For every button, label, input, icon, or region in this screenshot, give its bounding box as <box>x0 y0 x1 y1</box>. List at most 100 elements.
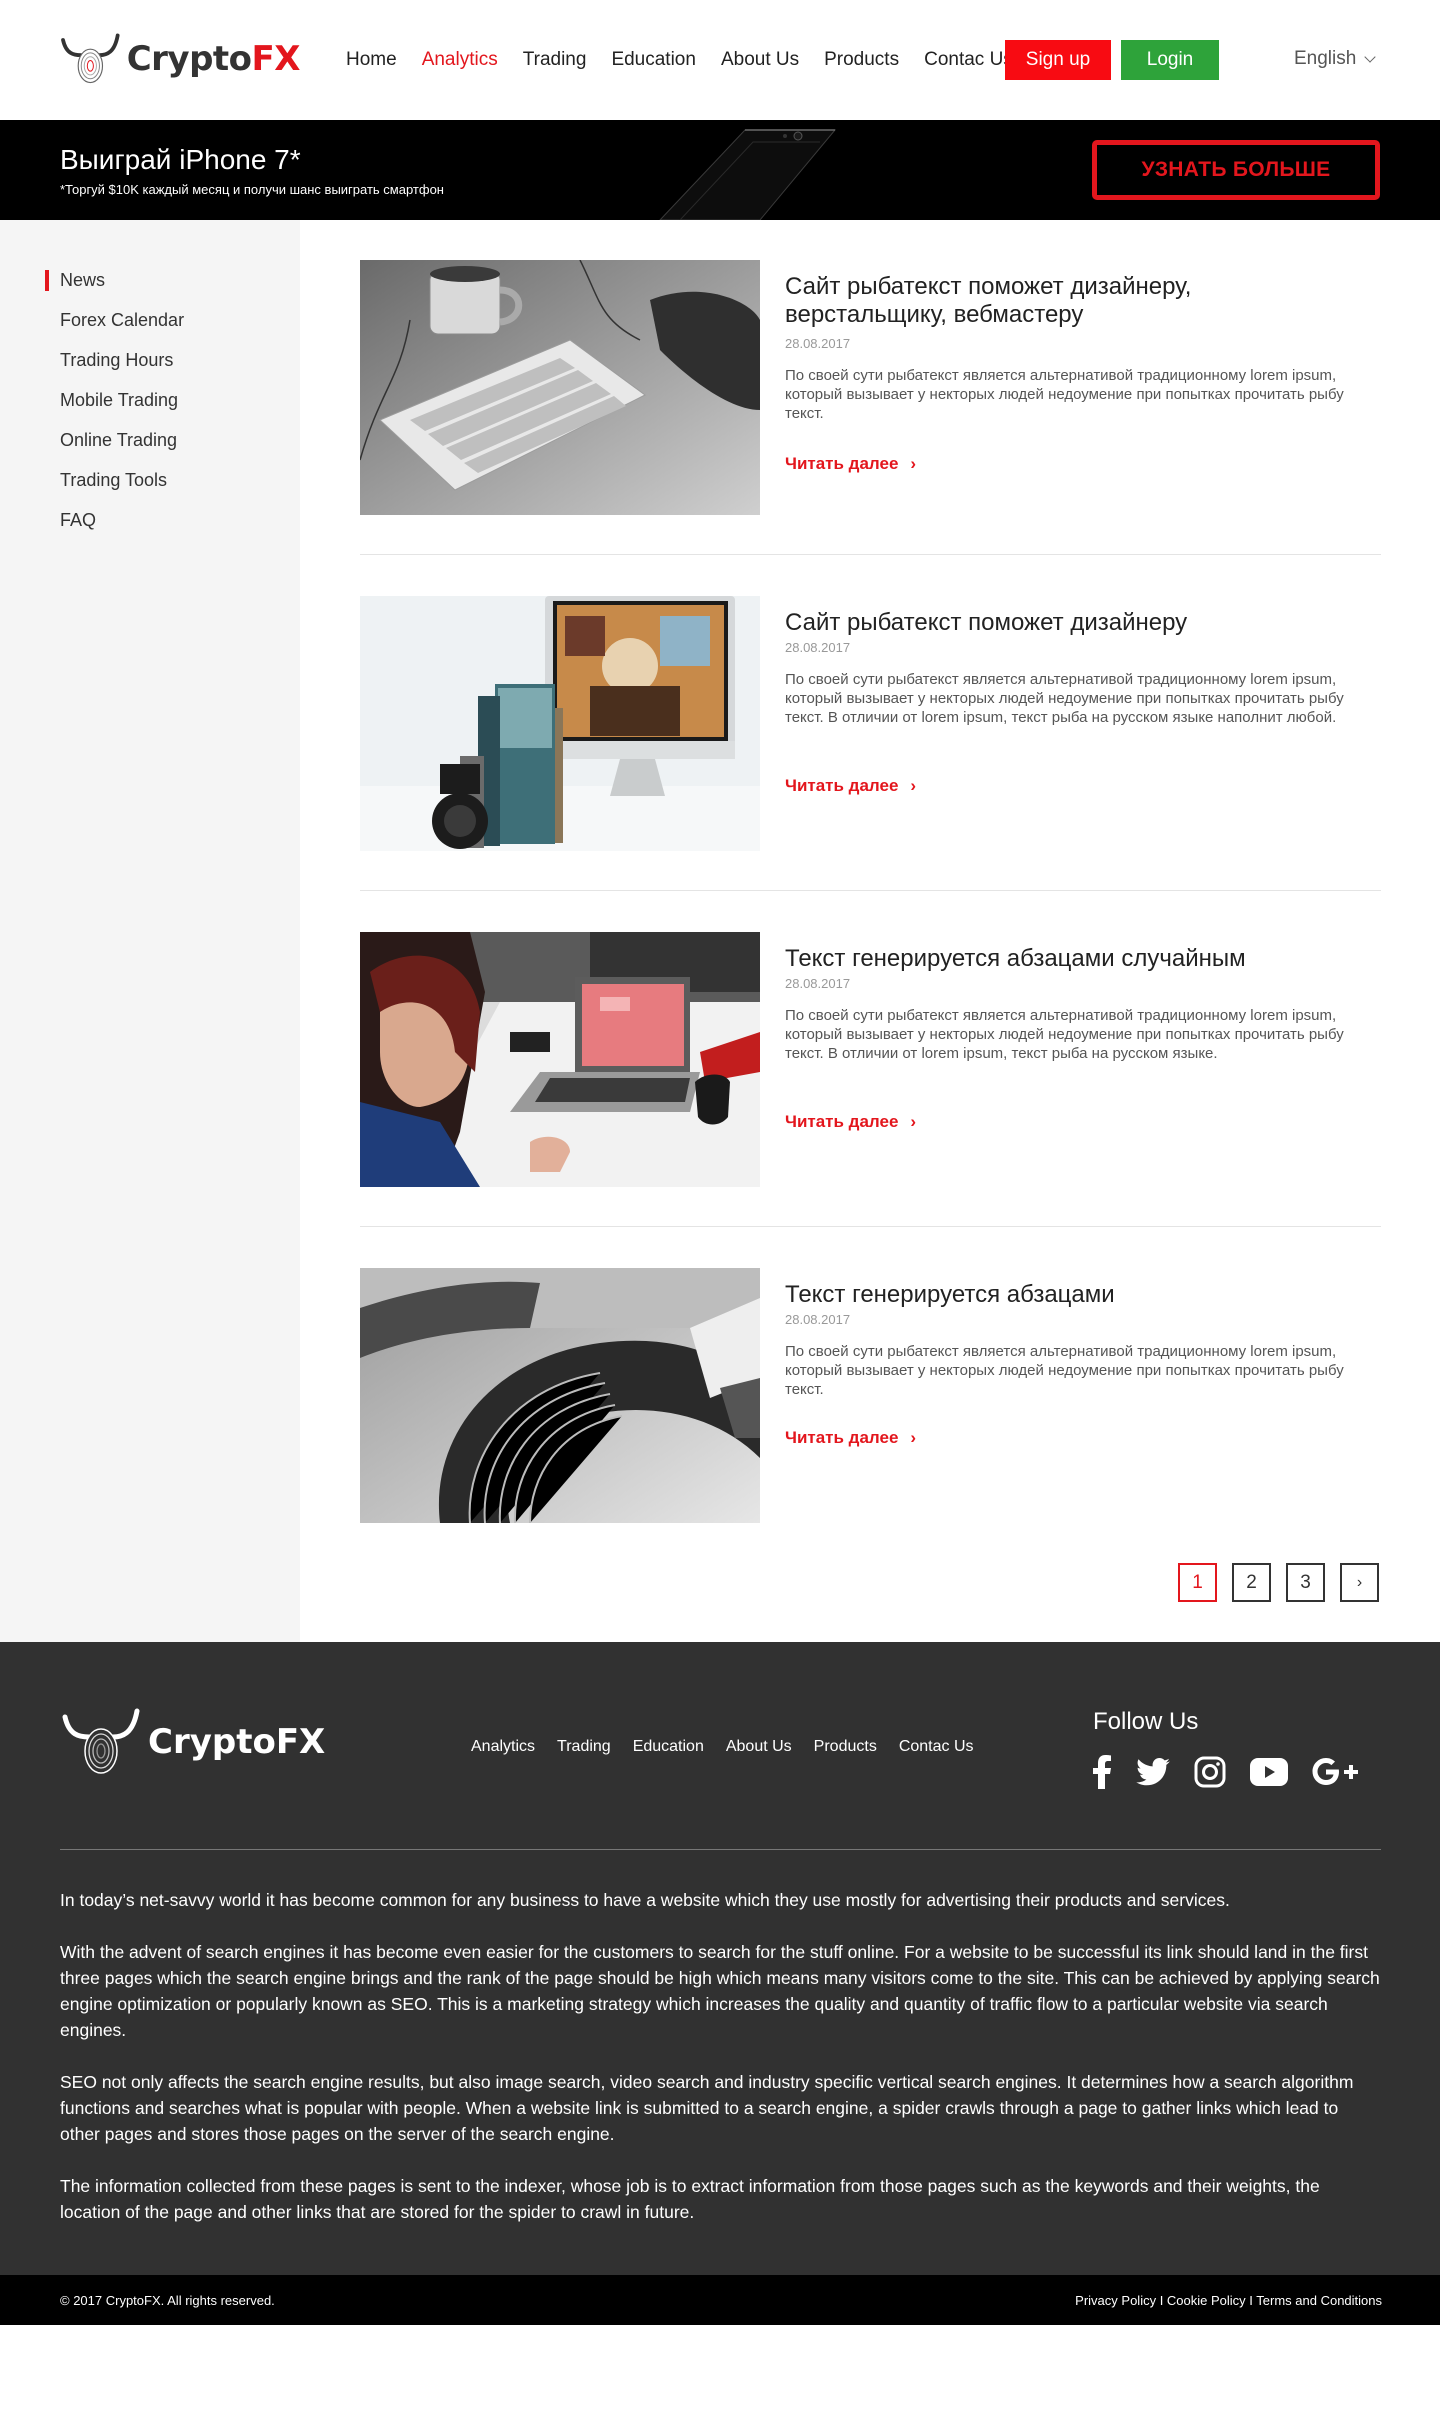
promo-title: Выиграй iPhone 7* <box>60 144 301 175</box>
read-more-link[interactable]: Читать далее › <box>785 454 916 474</box>
article-image-meeting[interactable] <box>360 932 760 1187</box>
twitter-icon[interactable] <box>1136 1754 1170 1790</box>
chevron-right-icon: › <box>910 454 917 473</box>
article-title[interactable]: Сайт рыбатекст поможет дизайнеру, верста… <box>785 273 1345 329</box>
footer-paragraph: SEO not only affects the search engine r… <box>60 2072 1354 2144</box>
footer-nav-contact[interactable]: Contac Us <box>899 1738 974 1756</box>
footer-logo[interactable]: CryptoFX <box>60 1707 325 1777</box>
footer-divider <box>60 1849 1381 1850</box>
footer-paragraph: With the advent of search engines it has… <box>60 1942 1380 2040</box>
footer-nav-about[interactable]: About Us <box>726 1738 792 1756</box>
footer-paragraph: The information collected from these pag… <box>60 2176 1320 2222</box>
article-card: Текст генерируется абзацами 28.08.2017 П… <box>360 1268 1381 1523</box>
sidebar-item-trading-hours[interactable]: Trading Hours <box>60 350 184 390</box>
chevron-right-icon: › <box>910 1428 917 1447</box>
promo-subtitle: *Торгуй $10K каждый месяц и получи шанс … <box>60 182 444 197</box>
article-date: 28.08.2017 <box>785 976 851 991</box>
sidebar-item-trading-tools[interactable]: Trading Tools <box>60 470 184 510</box>
nav-item-about[interactable]: About Us <box>721 49 799 71</box>
brand-wordmark: CryptoFX <box>126 39 301 79</box>
follow-us-heading: Follow Us <box>1093 1708 1199 1735</box>
article-excerpt: По своей сути рыбатекст является альтерн… <box>785 671 1344 726</box>
footer-bottom-bar: © 2017 CryptoFX. All rights reserved. Pr… <box>0 2275 1440 2325</box>
brand-logo[interactable]: CryptoFX <box>60 24 301 94</box>
iphone-image <box>650 120 840 220</box>
nav-item-education[interactable]: Education <box>611 49 696 71</box>
footer-nav: Analytics Trading Education About Us Pro… <box>471 1738 996 1756</box>
read-more-label: Читать далее <box>785 454 899 473</box>
copyright-text: © 2017 CryptoFX. All rights reserved. <box>60 2293 275 2308</box>
legal-links[interactable]: Privacy Policy I Cookie Policy I Terms a… <box>1075 2293 1382 2308</box>
google-plus-icon[interactable] <box>1312 1754 1358 1790</box>
chevron-down-icon <box>1364 50 1376 63</box>
nav-item-analytics[interactable]: Analytics <box>422 49 498 71</box>
sidebar: News Forex Calendar Trading Hours Mobile… <box>0 220 300 1642</box>
site-footer: CryptoFX Analytics Trading Education Abo… <box>0 1642 1440 2275</box>
article-divider <box>360 1226 1381 1227</box>
article-card: Текст генерируется абзацами случайным 28… <box>360 932 1381 1187</box>
facebook-icon[interactable] <box>1092 1754 1112 1790</box>
article-image-typewriter[interactable] <box>360 1268 760 1523</box>
sidebar-menu: News Forex Calendar Trading Hours Mobile… <box>44 270 184 550</box>
keyboard-photo <box>360 260 760 515</box>
footer-nav-products[interactable]: Products <box>814 1738 877 1756</box>
article-date: 28.08.2017 <box>785 336 851 351</box>
read-more-label: Читать далее <box>785 776 899 795</box>
social-links <box>1092 1754 1358 1790</box>
article-title[interactable]: Текст генерируется абзацами <box>785 1281 1345 1309</box>
read-more-label: Читать далее <box>785 1112 899 1131</box>
nav-item-products[interactable]: Products <box>824 49 899 71</box>
article-image-imac[interactable] <box>360 596 760 851</box>
typewriter-photo <box>360 1268 760 1523</box>
chevron-right-icon: › <box>910 776 917 795</box>
article-excerpt: По своей сути рыбатекст является альтерн… <box>785 1343 1344 1398</box>
footer-nav-analytics[interactable]: Analytics <box>471 1738 535 1756</box>
sidebar-item-mobile-trading[interactable]: Mobile Trading <box>60 390 184 430</box>
main-nav: Home Analytics Trading Education About U… <box>346 42 1038 78</box>
bull-logo-icon <box>62 1708 140 1774</box>
article-date: 28.08.2017 <box>785 640 851 655</box>
bull-logo-icon <box>61 33 120 84</box>
article-image-keyboard[interactable] <box>360 260 760 515</box>
nav-item-trading[interactable]: Trading <box>523 49 587 71</box>
nav-item-contact[interactable]: Contac Us <box>924 49 1013 71</box>
sidebar-item-faq[interactable]: FAQ <box>60 510 184 550</box>
chevron-right-icon: › <box>910 1112 917 1131</box>
article-divider <box>360 554 1381 555</box>
language-label: English <box>1294 48 1357 69</box>
sidebar-item-forex-calendar[interactable]: Forex Calendar <box>60 310 184 350</box>
language-select[interactable]: English <box>1294 48 1376 70</box>
footer-nav-trading[interactable]: Trading <box>557 1738 611 1756</box>
youtube-icon[interactable] <box>1250 1754 1288 1790</box>
learn-more-button[interactable]: УЗНАТЬ БОЛЬШЕ <box>1092 140 1380 200</box>
pagination: 1 2 3 › <box>1178 1563 1379 1602</box>
promo-banner: Выиграй iPhone 7* *Торгуй $10K каждый ме… <box>0 120 1440 220</box>
sidebar-item-news[interactable]: News <box>44 270 184 310</box>
footer-nav-education[interactable]: Education <box>633 1738 704 1756</box>
brand-name-part1: Crypto <box>126 39 252 79</box>
footer-brand-wordmark: CryptoFX <box>148 1722 326 1762</box>
sidebar-item-online-trading[interactable]: Online Trading <box>60 430 184 470</box>
read-more-label: Читать далее <box>785 1428 899 1447</box>
brand-name-part2: FX <box>251 39 301 79</box>
page-button-1[interactable]: 1 <box>1178 1563 1217 1602</box>
instagram-icon[interactable] <box>1194 1754 1226 1790</box>
imac-photo <box>360 596 760 851</box>
laptop-meeting-photo <box>360 932 760 1187</box>
article-card: Сайт рыбатекст поможет дизайнеру 28.08.2… <box>360 596 1381 851</box>
article-title[interactable]: Сайт рыбатекст поможет дизайнеру <box>785 609 1345 637</box>
read-more-link[interactable]: Читать далее › <box>785 776 916 796</box>
login-button[interactable]: Login <box>1121 40 1219 80</box>
signup-button[interactable]: Sign up <box>1005 40 1111 80</box>
read-more-link[interactable]: Читать далее › <box>785 1112 916 1132</box>
read-more-link[interactable]: Читать далее › <box>785 1428 916 1448</box>
article-divider <box>360 890 1381 891</box>
page-button-2[interactable]: 2 <box>1232 1563 1271 1602</box>
article-title[interactable]: Текст генерируется абзацами случайным <box>785 945 1345 973</box>
page-button-3[interactable]: 3 <box>1286 1563 1325 1602</box>
chevron-right-icon: › <box>1356 1573 1363 1591</box>
nav-item-home[interactable]: Home <box>346 49 397 71</box>
next-page-button[interactable]: › <box>1340 1563 1379 1602</box>
footer-paragraph: In today’s net-savvy world it has become… <box>60 1890 1230 1910</box>
footer-seo-text: In today’s net-savvy world it has become… <box>60 1887 1381 2251</box>
